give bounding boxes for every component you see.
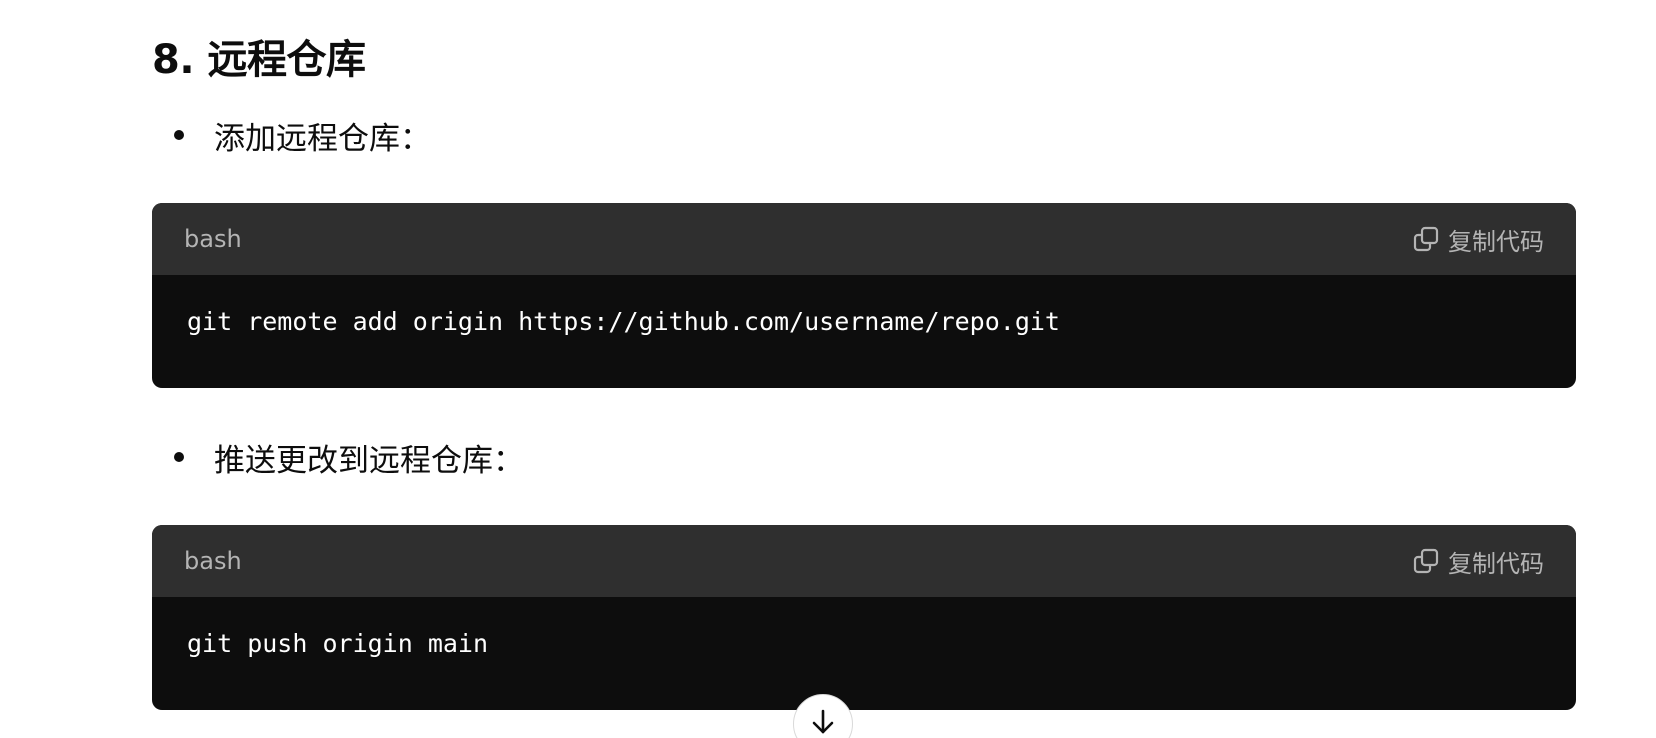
list-item: 推送更改到远程仓库： <box>174 435 524 479</box>
arrow-down-icon <box>808 707 838 738</box>
bullet-dot <box>174 130 184 140</box>
code-header: bash 复制代码 <box>152 203 1576 275</box>
section-title: 8. 远程仓库 <box>152 37 366 83</box>
code-block: bash 复制代码 git remote add origin https://… <box>152 203 1576 388</box>
code-language-label: bash <box>184 547 242 575</box>
copy-icon <box>1412 225 1440 253</box>
page: 8. 远程仓库 添加远程仓库： bash 复制代码 git remote add… <box>0 0 1656 738</box>
list-item-text: 推送更改到远程仓库： <box>214 442 524 479</box>
code-content: git remote add origin https://github.com… <box>187 307 1060 336</box>
code-header: bash 复制代码 <box>152 525 1576 597</box>
code-content: git push origin main <box>187 629 489 658</box>
copy-icon <box>1412 547 1440 575</box>
code-block: bash 复制代码 git push origin main <box>152 525 1576 710</box>
code-body: git remote add origin https://github.com… <box>152 275 1576 388</box>
code-language-label: bash <box>184 225 242 253</box>
list-item: 添加远程仓库： <box>174 113 431 157</box>
copy-code-button[interactable]: 复制代码 <box>1412 222 1544 257</box>
bullet-dot <box>174 452 184 462</box>
copy-code-label: 复制代码 <box>1448 227 1544 256</box>
code-body: git push origin main <box>152 597 1576 710</box>
copy-code-button[interactable]: 复制代码 <box>1412 544 1544 579</box>
list-item-text: 添加远程仓库： <box>214 120 431 157</box>
copy-code-label: 复制代码 <box>1448 549 1544 578</box>
